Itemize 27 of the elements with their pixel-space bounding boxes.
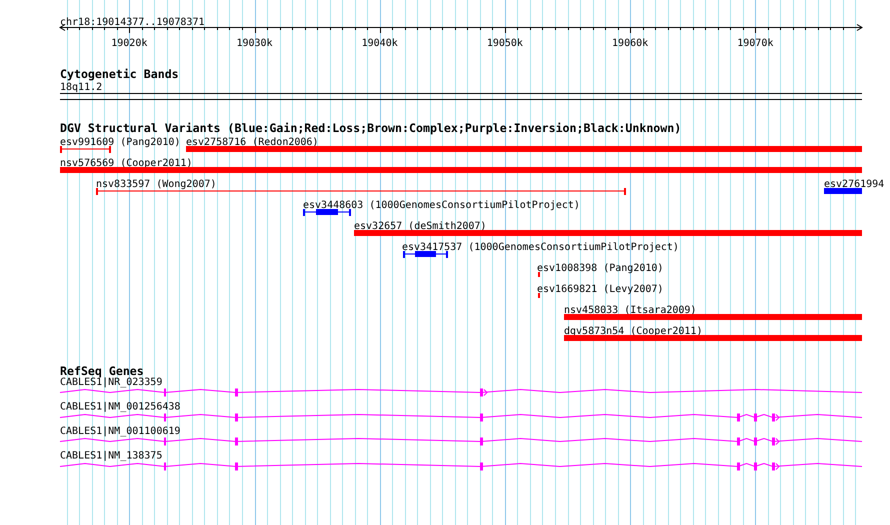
gene-label: CABLES1|NM_001100619 (60, 426, 180, 437)
variant-label: esv2758716 (Redon2006) (186, 137, 318, 148)
tick-label: 19060k (612, 38, 648, 49)
tick-label: 19020k (111, 38, 148, 49)
variant-label: nsv576569 (Cooper2011) (60, 158, 192, 169)
track-title: Cytogenetic Bands (60, 67, 179, 81)
gene-label: CABLES1|NR_023359 (60, 377, 162, 388)
variant-label: nsv833597 (Wong2007) (96, 179, 216, 190)
variant-label: esv2761994 (824, 179, 884, 190)
track-title: DGV Structural Variants (Blue:Gain;Red:Loss;Brown:Complex;Purple:Inversion;Black:Unknown) (60, 121, 682, 135)
gene-label: CABLES1|NM_138375 (60, 450, 162, 462)
variant-label: esv1669821 (Levy2007) (537, 284, 664, 295)
variant-label: esv1008398 (Pang2010) (537, 263, 664, 274)
variant-label: esv3448603 (1000GenomesConsortiumPilotProject) (303, 200, 580, 211)
tick-label: 19030k (236, 38, 273, 49)
coordinate-range-label: chr18:19014377..19078371 (60, 17, 204, 28)
tick-label: 19040k (362, 38, 398, 49)
variant-label: dgv5873n54 (Cooper2011) (564, 326, 702, 337)
track-title: RefSeq Genes (60, 364, 144, 378)
variant-label: esv991609 (Pang2010) (60, 137, 180, 148)
tick-label: 19050k (486, 38, 523, 49)
variant-label: nsv458033 (Itsara2009) (564, 305, 696, 316)
tick-label: 19070k (737, 38, 774, 49)
variant-label: esv32657 (deSmith2007) (354, 221, 486, 232)
band-label: 18q11.2 (60, 82, 102, 93)
variant-label: esv3417537 (1000GenomesConsortiumPilotProject) (402, 242, 679, 253)
gene-label: CABLES1|NM_001256438 (60, 402, 180, 412)
